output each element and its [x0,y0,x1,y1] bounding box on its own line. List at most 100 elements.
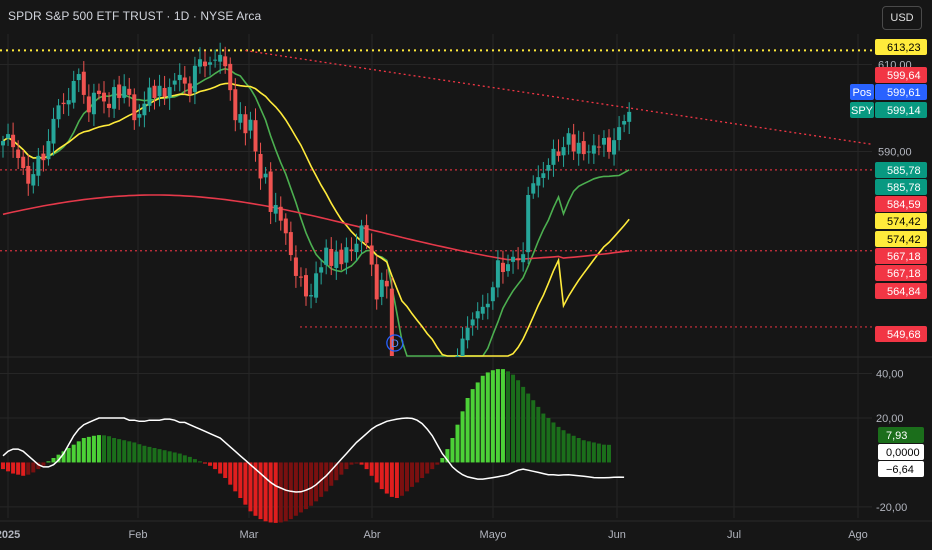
candle-body [203,61,207,67]
histogram-bar [485,372,490,463]
candle-body [541,173,546,178]
histogram-bar [415,462,420,483]
candle-body [475,311,480,319]
macd-value-label-1: 0,0000 [878,444,924,460]
candle-body [480,306,485,314]
candle-body [228,63,233,91]
histogram-bar [586,441,591,463]
candle-body [26,165,31,184]
candle-body [465,327,470,341]
candle-body [157,85,162,97]
histogram-bar [607,444,611,463]
histogram-bar [238,462,243,498]
histogram-bar [117,439,122,463]
histogram-bar [435,462,440,465]
candle-body [506,264,510,272]
histogram-bar [561,430,566,463]
histogram-bar [384,462,389,494]
currency-button[interactable]: USD [882,6,922,30]
candle-body [6,134,11,139]
histogram-bar [96,435,101,463]
histogram-bar [172,452,177,463]
candle-body [369,245,374,265]
histogram-bar [546,418,551,463]
histogram-bar [309,462,314,506]
histogram-bar [293,462,298,516]
histogram-bar [46,461,51,463]
price-axis-label-3: 599,14 SPY [850,102,927,118]
histogram-bar [278,462,283,523]
price-axis-label-text: 585,78 [887,182,921,194]
candle-body [601,137,606,145]
macd-value-label-2: −6,64 [878,461,924,477]
histogram-bar [192,459,197,463]
candle-body [304,275,308,297]
price-chart[interactable]: D 610,00590,00613,23599,64599,61Pos599,1… [0,0,932,550]
candle-body [268,171,273,212]
candle-body [81,71,86,95]
histogram-bar [137,444,142,463]
candle-body [177,74,182,81]
histogram-bar [268,462,273,523]
histogram-bar [576,438,581,463]
histogram-bar [213,462,218,470]
macd-value-label-0: 7,93 [878,427,924,443]
histogram-bar [364,462,369,470]
candle-body [293,257,298,276]
candle-body [319,267,324,273]
candle-body [485,303,490,308]
histogram-bar [233,462,238,492]
histogram-bar [511,374,516,463]
dividend-label: D [391,338,399,350]
candle-body [258,153,263,179]
histogram-bar [506,371,510,463]
time-tick-label-3: Abr [363,529,380,541]
histogram-bar [1,462,5,470]
candle-body [324,247,329,265]
candle-body [329,249,334,266]
histogram-bar [556,426,561,463]
candle-body [238,114,243,123]
histogram-bar [187,456,192,463]
price-axis-label-text: 567,18 [887,251,921,263]
candle-body [536,177,541,186]
price-axis-label-text: 567,18 [887,268,921,280]
candle-body [551,148,556,165]
histogram-bar [197,461,202,463]
histogram-bar [86,436,91,463]
candle-body [218,54,223,62]
histogram-bar [596,443,601,463]
histogram-bar [405,462,409,492]
histogram-bar [182,455,187,463]
candle-body [213,59,218,61]
candle-body [283,218,288,234]
histogram-bar [440,458,445,463]
symbol-title: SPDR S&P 500 ETF TRUST · 1D · NYSE Arca [8,9,262,23]
candle-body [374,264,379,300]
candle-body [339,249,344,265]
price-axis-label-text: 599,14 [887,105,921,117]
price-tick-label-1: 590,00 [878,146,912,158]
price-axis-label-7: 574,42 [875,213,927,229]
candle-body [122,86,127,98]
candle-body [223,56,228,67]
candle-body [117,84,122,98]
histogram-bar [379,462,384,490]
price-axis-tag-text: Pos [853,87,872,99]
macd-value-label-text: 7,93 [886,430,907,442]
candle-body [612,140,617,155]
histogram-bar [157,449,162,463]
candle-body [349,249,354,252]
candle-body [379,279,384,297]
candle-body [36,155,41,176]
macd-value-label-text: −6,64 [886,464,914,476]
histogram-bar [354,462,359,464]
histogram-bar [521,386,526,463]
candle-body [566,133,571,145]
histogram-bar [142,445,147,463]
candle-body [521,254,526,263]
histogram-bar [132,442,137,463]
macd-value-label-text: 0,0000 [886,447,920,459]
price-axis-label-9: 567,18 [875,248,927,264]
histogram-bar [102,435,106,463]
